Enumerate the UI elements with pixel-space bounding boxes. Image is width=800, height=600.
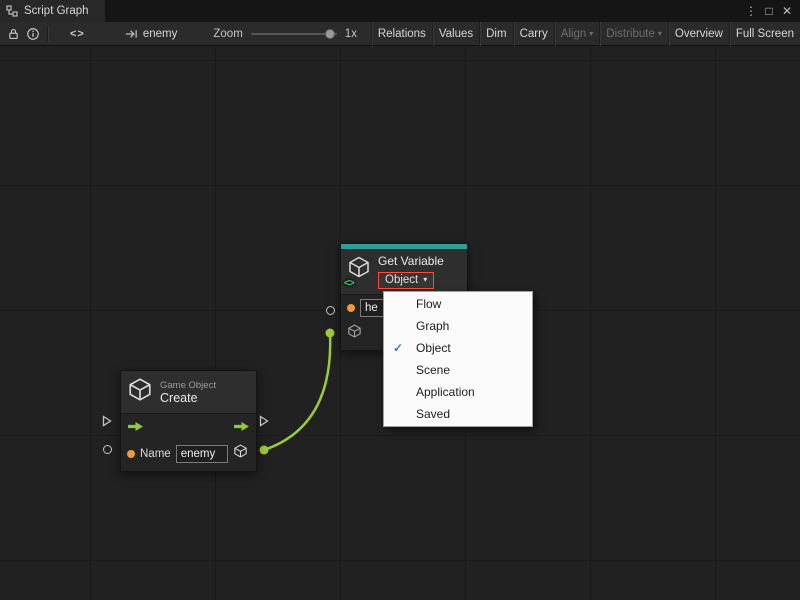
node-title: Create (160, 391, 216, 405)
graph-toolbar: <> enemy Zoom 1x Relations Values Dim (0, 22, 800, 46)
node-category: Game Object (160, 380, 216, 391)
gameobject-cube-icon (127, 376, 153, 408)
lock-icon (7, 27, 20, 41)
chevron-down-icon: ▾ (423, 276, 427, 284)
flow-in-arrow-icon[interactable] (127, 420, 144, 433)
name-param-row: Name (121, 439, 256, 471)
values-button[interactable]: Values (432, 22, 479, 46)
window-menu-button[interactable]: ⋮ (742, 4, 760, 18)
menu-item-object[interactable]: ✓ Object (384, 337, 532, 359)
info-button[interactable] (23, 24, 43, 44)
zoom-slider[interactable] (251, 27, 337, 41)
flow-out-port-triangle[interactable] (259, 415, 269, 427)
tab-script-graph[interactable]: Script Graph (0, 0, 105, 22)
window-titlebar: Script Graph ⋮ □ ✕ (0, 0, 800, 22)
window-controls: ⋮ □ ✕ (742, 4, 800, 18)
relations-button[interactable]: Relations (371, 22, 432, 46)
toolbar-separator (47, 27, 48, 41)
code-view-button[interactable]: <> (70, 28, 85, 40)
dim-button[interactable]: Dim (479, 22, 512, 46)
variable-cube-icon: <> (347, 254, 371, 285)
check-icon: ✓ (393, 337, 403, 359)
gameobject-output-cube-icon[interactable] (233, 443, 248, 464)
graph-name: enemy (143, 28, 178, 40)
name-input[interactable] (176, 445, 228, 463)
node-header[interactable]: Game Object Create (121, 371, 256, 414)
carry-button[interactable]: Carry (513, 22, 554, 46)
zoom-value: 1x (345, 28, 357, 40)
menu-item-graph[interactable]: Graph (384, 315, 532, 337)
menu-item-scene[interactable]: Scene (384, 359, 532, 381)
zoom-label: Zoom (213, 28, 242, 40)
menu-item-application[interactable]: Application (384, 381, 532, 403)
tab-label: Script Graph (24, 5, 89, 17)
string-port-dot[interactable] (347, 304, 355, 312)
script-graph-icon (6, 5, 18, 17)
chevron-down-icon: ▾ (589, 30, 593, 38)
align-button[interactable]: Align ▾ (554, 22, 600, 46)
flow-in-port-triangle[interactable] (102, 415, 112, 427)
zoom-slider-handle[interactable] (325, 29, 335, 39)
zoom-slider-track (251, 33, 337, 35)
variable-scope-selector[interactable]: Object ▾ (378, 272, 434, 289)
script-graph-window: Script Graph ⋮ □ ✕ <> (0, 0, 800, 600)
graph-asset-icon (125, 28, 138, 40)
close-button[interactable]: ✕ (778, 4, 796, 18)
toolbar-button-group: Relations Values Dim Carry Align ▾ Distr… (371, 22, 800, 46)
input-port-circle[interactable] (326, 306, 335, 315)
graph-breadcrumb[interactable]: enemy (125, 28, 178, 40)
overview-button[interactable]: Overview (668, 22, 729, 46)
info-icon (26, 27, 40, 41)
node-header[interactable]: <> Get Variable Object ▾ (341, 249, 467, 295)
node-create[interactable]: Game Object Create Name (120, 370, 257, 472)
flow-out-arrow-icon[interactable] (233, 420, 250, 433)
fullscreen-button[interactable]: Full Screen (729, 22, 800, 46)
node-title: Get Variable (378, 254, 444, 268)
flow-row (121, 414, 256, 439)
maximize-button[interactable]: □ (760, 4, 778, 18)
menu-item-saved[interactable]: Saved (384, 403, 532, 425)
scope-dropdown-menu: Flow Graph ✓ Object Scene Application Sa… (383, 291, 533, 427)
code-icon: <> (344, 278, 354, 289)
input-port-circle[interactable] (103, 445, 112, 454)
lock-button[interactable] (3, 24, 23, 44)
chevron-down-icon: ▾ (658, 30, 662, 38)
distribute-button[interactable]: Distribute ▾ (599, 22, 668, 46)
gameobject-port-cube-icon[interactable] (347, 323, 362, 344)
param-label: Name (140, 448, 171, 460)
menu-item-flow[interactable]: Flow (384, 293, 532, 315)
string-port-dot[interactable] (127, 450, 135, 458)
